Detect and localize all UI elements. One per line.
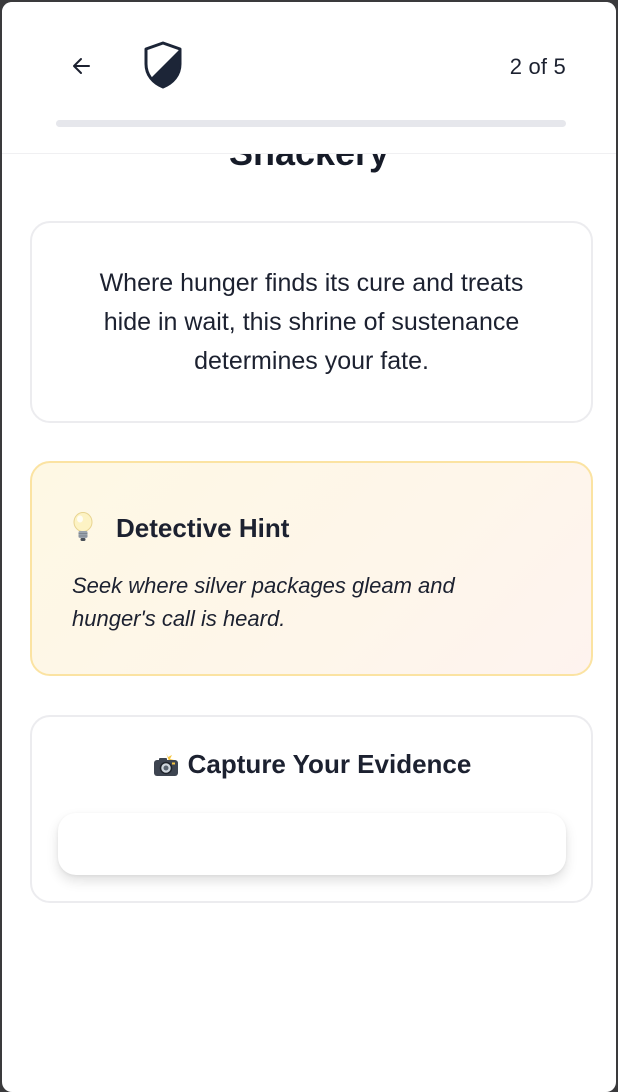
hint-text: Seek where silver packages gleam and hun… — [72, 573, 455, 631]
hint-card: Detective Hint Seek where silver package… — [30, 461, 593, 676]
capture-evidence-button[interactable] — [58, 813, 566, 875]
evidence-title: Capture Your Evidence — [187, 749, 472, 779]
evidence-card: Capture Your Evidence — [30, 715, 593, 903]
progress-bar — [56, 120, 566, 127]
camera-flash-icon — [153, 752, 178, 776]
progress-bar-fill — [56, 120, 260, 127]
step-counter: 2 of 5 — [509, 54, 566, 79]
evidence-header: Capture Your Evidence — [32, 749, 591, 780]
riddle-text: Where hunger finds its cure and treats h… — [99, 268, 524, 375]
lightbulb-icon — [73, 512, 93, 541]
back-button[interactable] — [60, 46, 104, 86]
app-screen: Snackery 2 of 5 Where hunger finds its c… — [2, 2, 616, 1092]
arrow-left-icon — [73, 58, 90, 74]
hint-title: Detective Hint — [116, 513, 290, 543]
riddle-card: Where hunger finds its cure and treats h… — [30, 221, 593, 423]
top-bar: 2 of 5 — [2, 2, 616, 154]
shield-logo-icon — [144, 41, 182, 89]
